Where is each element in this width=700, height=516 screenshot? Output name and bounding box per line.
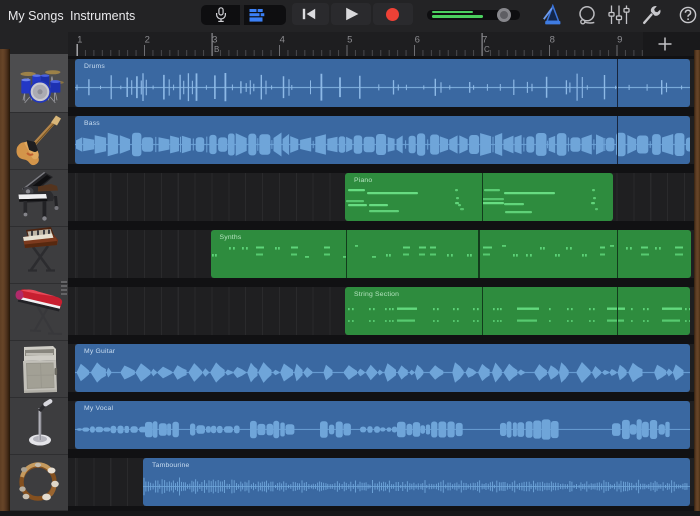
svg-text:B: B xyxy=(214,45,219,54)
svg-text:5: 5 xyxy=(347,35,352,46)
svg-text:7: 7 xyxy=(482,35,487,46)
svg-text:3: 3 xyxy=(212,35,217,46)
svg-text:9: 9 xyxy=(617,35,622,46)
svg-text:1: 1 xyxy=(77,35,82,46)
svg-text:4: 4 xyxy=(280,35,285,46)
svg-text:8: 8 xyxy=(550,35,555,46)
svg-text:6: 6 xyxy=(415,35,420,46)
svg-text:2: 2 xyxy=(145,35,150,46)
svg-text:C: C xyxy=(484,45,490,54)
